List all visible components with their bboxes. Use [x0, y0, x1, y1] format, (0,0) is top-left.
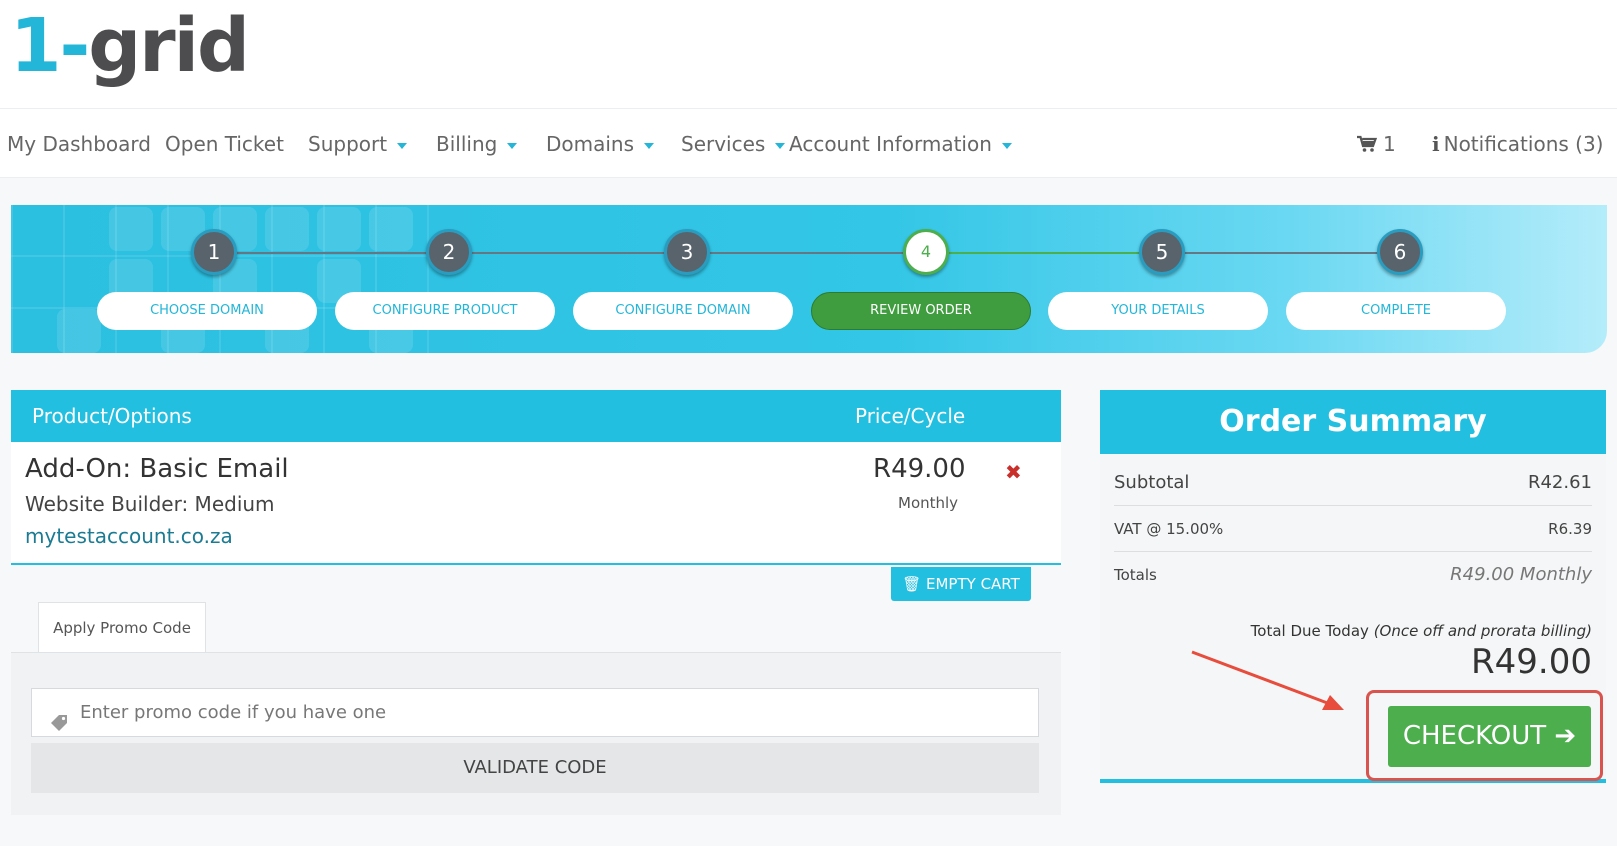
- total-due-amount: R49.00: [1471, 642, 1592, 682]
- totals-row: Totals R49.00 Monthly: [1114, 564, 1592, 585]
- trash-icon: 🗑: [902, 575, 922, 593]
- main-nav: My Dashboard Open Ticket Support Billing…: [0, 108, 1617, 178]
- nav-my-dashboard[interactable]: My Dashboard: [7, 109, 151, 179]
- column-product-options: Product/Options: [32, 404, 192, 428]
- cart-table-header: Product/Options Price/Cycle: [11, 390, 1061, 442]
- chevron-down-icon: [1001, 142, 1012, 149]
- step-6-circle: 6: [1377, 229, 1423, 275]
- item-subtitle: Website Builder: Medium: [25, 492, 275, 516]
- subtotal-row: Subtotal R42.61: [1114, 460, 1592, 506]
- item-domain: mytestaccount.co.za: [25, 524, 233, 548]
- item-cycle: Monthly: [898, 494, 959, 512]
- chevron-down-icon: [644, 142, 655, 149]
- shopping-cart-icon: [1357, 111, 1378, 181]
- item-price: R49.00: [873, 454, 966, 484]
- info-icon: i: [1432, 132, 1440, 156]
- nav-notifications[interactable]: i Notifications (3): [1432, 109, 1603, 179]
- total-due-label: Total Due Today (Once off and prorata bi…: [1250, 622, 1592, 640]
- cart-panel: Product/Options Price/Cycle Add-On: Basi…: [11, 390, 1061, 815]
- step-1-circle: 1: [191, 229, 237, 275]
- item-name: Add-On: Basic Email: [25, 454, 289, 484]
- step-review-order[interactable]: Review Order: [811, 292, 1031, 330]
- chevron-down-icon: [775, 142, 786, 149]
- column-price-cycle: Price/Cycle: [855, 404, 966, 428]
- step-2-circle: 2: [426, 229, 472, 275]
- step-complete[interactable]: Complete: [1286, 292, 1506, 330]
- order-summary-title: Order Summary: [1100, 390, 1606, 454]
- decorative-pattern: [11, 205, 431, 353]
- annotation-arrow-icon: [1191, 650, 1344, 710]
- cart-item-row: Add-On: Basic Email Website Builder: Med…: [11, 442, 1061, 565]
- remove-item-icon[interactable]: ✖: [1005, 460, 1022, 484]
- nav-billing[interactable]: Billing: [436, 109, 518, 179]
- order-progress-steps: 1 2 3 4 5 6 Choose Domain Configure Prod…: [11, 205, 1607, 353]
- logo[interactable]: 1-grid: [10, 2, 250, 90]
- nav-support[interactable]: Support: [308, 109, 408, 179]
- nav-services[interactable]: Services: [681, 109, 786, 179]
- chevron-down-icon: [507, 142, 518, 149]
- empty-cart-button[interactable]: 🗑 EMPTY CART: [891, 567, 1031, 601]
- step-choose-domain[interactable]: Choose Domain: [97, 292, 317, 330]
- checkout-button[interactable]: CHECKOUT ➔: [1388, 706, 1591, 767]
- promo-panel: Enter promo code if you have one VALIDAT…: [11, 653, 1061, 815]
- nav-open-ticket[interactable]: Open Ticket: [165, 109, 284, 179]
- nav-domains[interactable]: Domains: [546, 109, 655, 179]
- step-connector: [213, 252, 911, 254]
- nav-cart[interactable]: 1: [1357, 109, 1396, 179]
- promo-code-input[interactable]: Enter promo code if you have one: [31, 688, 1039, 737]
- arrow-right-icon: ➔: [1554, 721, 1577, 751]
- step-3-circle: 3: [664, 229, 710, 275]
- step-4-circle-active: 4: [903, 229, 949, 275]
- step-configure-product[interactable]: Configure Product: [335, 292, 555, 330]
- validate-code-button[interactable]: VALIDATE CODE: [31, 743, 1039, 793]
- step-your-details[interactable]: Your Details: [1048, 292, 1268, 330]
- chevron-down-icon: [397, 142, 408, 149]
- tab-apply-promo-code[interactable]: Apply Promo Code: [38, 602, 206, 653]
- header: 1-grid: [0, 0, 1617, 108]
- vat-row: VAT @ 15.00% R6.39: [1114, 506, 1592, 552]
- nav-account-information[interactable]: Account Information: [789, 109, 1012, 179]
- step-5-circle: 5: [1139, 229, 1185, 275]
- step-configure-domain[interactable]: Configure Domain: [573, 292, 793, 330]
